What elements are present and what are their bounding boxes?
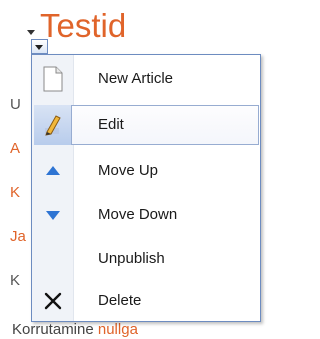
- menu-item-label: Edit: [98, 116, 124, 133]
- menu-item-label: Move Down: [98, 206, 178, 223]
- bottom-text-line: Korrutamine nullga: [12, 321, 138, 339]
- delete-x-icon: [34, 281, 72, 321]
- menu-toggle-button[interactable]: [31, 39, 48, 54]
- menu-item-label: Delete: [98, 292, 142, 309]
- menu-item-label: New Article: [98, 70, 174, 87]
- menu-item-label: Move Up: [98, 162, 159, 179]
- menu-item-unpublish[interactable]: Unpublish: [34, 239, 259, 279]
- background-link-line[interactable]: Ja: [10, 228, 26, 246]
- new-document-icon: [34, 59, 72, 99]
- move-up-icon: [34, 151, 72, 191]
- background-text-line: K: [10, 272, 21, 289]
- bottom-text: Korrutamine: [12, 321, 94, 338]
- chevron-down-icon: [35, 45, 43, 50]
- bottom-link[interactable]: nullga: [98, 321, 138, 338]
- menu-item-new-article[interactable]: New Article: [34, 59, 259, 99]
- background-link-line[interactable]: K: [10, 184, 20, 202]
- menu-item-delete[interactable]: Delete: [34, 281, 259, 321]
- context-menu: New Article Edit Move Up Move Down Unpub…: [31, 54, 261, 322]
- menu-item-move-up[interactable]: Move Up: [34, 151, 259, 191]
- menu-item-move-down[interactable]: Move Down: [34, 195, 259, 235]
- page-title: Testid: [40, 7, 127, 44]
- menu-item-edit[interactable]: Edit: [34, 105, 259, 145]
- title-dropdown-arrow-icon[interactable]: [27, 30, 35, 35]
- edit-pencil-icon: [34, 105, 72, 145]
- background-link-line[interactable]: A: [10, 140, 20, 158]
- menu-item-label: Unpublish: [98, 250, 165, 267]
- move-down-icon: [34, 195, 72, 235]
- background-text-line: U: [10, 96, 21, 113]
